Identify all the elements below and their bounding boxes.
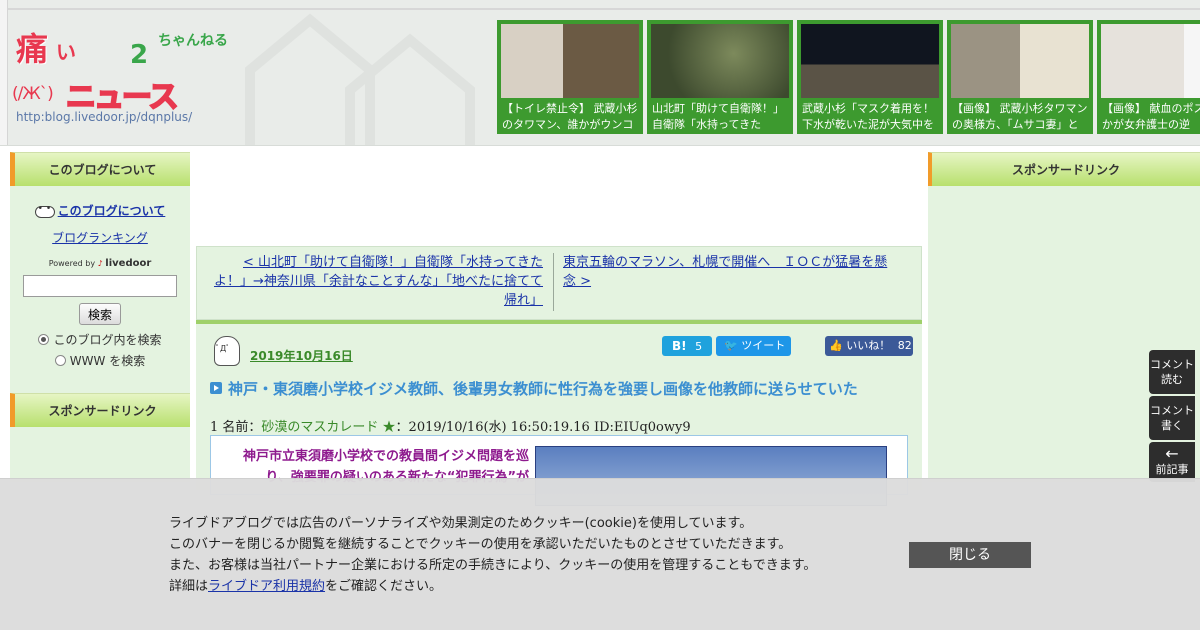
read-comments-button[interactable]: コメント 読む (1149, 350, 1195, 394)
header-frame (0, 0, 8, 145)
hatebu-label: B! (672, 339, 687, 353)
related-thumbnails: 【トイレ禁止令】 武蔵小杉のタワマン、誰かがウンコし 山北町「助けて自衛隊！」 … (497, 20, 1200, 134)
thumb-caption: 武蔵小杉「マスク着用を！下水が乾いた泥が大気中を (802, 102, 934, 131)
thumb-item[interactable]: 山北町「助けて自衛隊！」 自衛隊「水持ってきた (647, 20, 793, 134)
site-header: 痛 い 2 ちゃんねる (/Ж`) ニュース http:blog.livedoo… (0, 0, 1200, 146)
cookie-line-3: また、お客様は当社パートナー企業における所定の手続きにより、クッキーの使用を管理… (169, 558, 817, 573)
read-comments-l1: コメント (1150, 358, 1194, 371)
cookie-line-4-pre: 詳細は (169, 579, 209, 594)
previous-post-label: 前記事 (1155, 463, 1189, 476)
hatebu-count: 5 (695, 340, 703, 353)
logo-face: (/Ж`) (12, 84, 54, 104)
radio-www[interactable] (54, 355, 66, 366)
cookie-close-button[interactable]: 閉じる (909, 542, 1031, 568)
powered-label: Powered by (48, 259, 96, 268)
thumb-image (801, 24, 939, 98)
post-date[interactable]: 2019年10月16日 (250, 347, 353, 364)
left-sidebar: このブログについて このブログについて ブログランキング Powered by … (10, 152, 190, 482)
thumb-caption: 【画像】 献血のポスター何かが女弁護士の逆 (1102, 102, 1200, 131)
article: 2019年10月16日 B! 5 🐦 ツイート 👍 いいね！ 82 神戸・東須磨… (196, 320, 922, 506)
tweet-button[interactable]: 🐦 ツイート (716, 336, 791, 356)
radio-blog[interactable] (38, 334, 50, 345)
write-comment-l2: 書く (1161, 419, 1183, 432)
powered-by: Powered by ♪ livedoor (10, 258, 190, 269)
radio-blog-label: このブログ内を検索 (53, 333, 162, 347)
logo-char-chan: ちゃんねる (158, 33, 228, 49)
tweet-label: ツイート (741, 339, 786, 352)
res-meta: ：2019/10/16(水) 16:50:19.16 ID:EIUq0owy9 (395, 420, 691, 435)
res-name: 砂漠のマスカレード ★ (261, 420, 396, 435)
thumb-image (651, 24, 789, 98)
header-divider (8, 8, 1200, 10)
header-decoration (245, 13, 475, 145)
thumb-image (951, 24, 1089, 98)
livedoor-icon: ♪ (97, 259, 103, 268)
arrow-left-icon: ← (1165, 444, 1179, 463)
search-button[interactable]: 検索 (79, 303, 121, 325)
cookie-line-2: このバナーを閉じるか閲覧を継続することでクッキーの使用を承認いただいたものとさせ… (169, 537, 792, 552)
about-link[interactable]: このブログについて (58, 202, 166, 219)
like-count: 82 (897, 339, 912, 352)
cookie-text: ライブドアブログでは広告のパーソナライズや効果測定のためクッキー(cookie)… (169, 513, 816, 597)
mascot-icon (214, 336, 240, 366)
prev-article-link[interactable]: < 山北町「助けて自衛隊！」自衛隊「水持ってきたよ！」→神奈川県「余計なことすん… (211, 253, 543, 310)
response-header: 1 名前：砂漠のマスカレード ★：2019/10/16(水) 16:50:19.… (210, 416, 691, 435)
thumb-image (501, 24, 639, 98)
terms-link[interactable]: ライブドア利用規約 (208, 579, 325, 594)
previous-post-button[interactable]: ← 前記事 (1149, 442, 1195, 482)
write-comment-l1: コメント (1150, 404, 1194, 417)
facebook-like-button[interactable]: 👍 いいね！ 82 (825, 336, 913, 356)
twitter-icon: 🐦 (724, 339, 738, 352)
about-box: このブログについて ブログランキング Powered by ♪ livedoor… (10, 186, 190, 369)
thumb-caption: 【トイレ禁止令】 武蔵小杉のタワマン、誰かがウンコし (502, 102, 638, 131)
thumb-item[interactable]: 【画像】 献血のポスター何かが女弁護士の逆 (1097, 20, 1200, 134)
ranking-link[interactable]: ブログランキング (10, 229, 190, 246)
hatebu-button[interactable]: B! 5 (662, 336, 712, 356)
write-comment-button[interactable]: コメント 書く (1149, 396, 1195, 440)
article-nav: < 山北町「助けて自衛隊！」自衛隊「水持ってきたよ！」→神奈川県「余計なことすん… (196, 246, 922, 320)
next-article-link[interactable]: 東京五輪のマラソン、札幌で開催へ ＩＯＣが猛暑を懸念 > (563, 253, 897, 291)
cookie-banner: ライブドアブログでは広告のパーソナライズや効果測定のためクッキー(cookie)… (0, 478, 1200, 630)
powered-brand: livedoor (105, 258, 152, 269)
thumb-image (1101, 24, 1200, 98)
search-input[interactable] (23, 275, 177, 297)
post-title[interactable]: 神戸・東須磨小学校イジメ教師、後輩男女教師に性行為を強要し画像を他教師に送らせて… (210, 378, 910, 400)
logo-char-i: い (56, 40, 76, 64)
read-comments-l2: 読む (1161, 373, 1183, 386)
cookie-line-1: ライブドアブログでは広告のパーソナライズや効果測定のためクッキー(cookie)… (169, 516, 753, 531)
thumb-caption: 【画像】 武蔵小杉タワマンの奥様方、「ムサコ妻」と (952, 102, 1088, 131)
ad-slot (196, 150, 926, 244)
face-icon (34, 204, 55, 218)
cookie-line-4: 詳細はライブドア利用規約をご確認ください。 (169, 576, 816, 597)
play-icon (210, 382, 222, 394)
thumb-item[interactable]: 武蔵小杉「マスク着用を！下水が乾いた泥が大気中を (797, 20, 943, 134)
radio-blog-row[interactable]: このブログ内を検索 (10, 331, 190, 348)
res-prefix: 1 名前： (210, 420, 262, 435)
thumb-caption: 山北町「助けて自衛隊！」 自衛隊「水持ってきた (652, 102, 784, 131)
logo-char-ita: 痛 (16, 30, 49, 68)
left-sponsor-header: スポンサードリンク (10, 393, 190, 427)
logo-char-two: 2 (130, 40, 149, 70)
thumb-item[interactable]: 【画像】 武蔵小杉タワマンの奥様方、「ムサコ妻」と (947, 20, 1093, 134)
logo-url: http:blog.livedoor.jp/dqnplus/ (16, 110, 193, 124)
like-label: いいね！ (846, 339, 891, 352)
thumb-item[interactable]: 【トイレ禁止令】 武蔵小杉のタワマン、誰かがウンコし (497, 20, 643, 134)
right-sponsor-header: スポンサードリンク (928, 152, 1200, 186)
thumbs-up-icon: 👍 (829, 339, 843, 352)
nav-divider (553, 253, 554, 311)
radio-www-label: WWW を検索 (69, 354, 146, 368)
site-logo[interactable]: 痛 い 2 ちゃんねる (/Ж`) ニュース http:blog.livedoo… (12, 22, 232, 130)
post-title-text: 神戸・東須磨小学校イジメ教師、後輩男女教師に性行為を強要し画像を他教師に送らせて… (228, 380, 858, 398)
radio-www-row[interactable]: WWW を検索 (10, 352, 190, 369)
cookie-line-4-post: をご確認ください。 (325, 579, 443, 594)
about-header: このブログについて (10, 152, 190, 186)
